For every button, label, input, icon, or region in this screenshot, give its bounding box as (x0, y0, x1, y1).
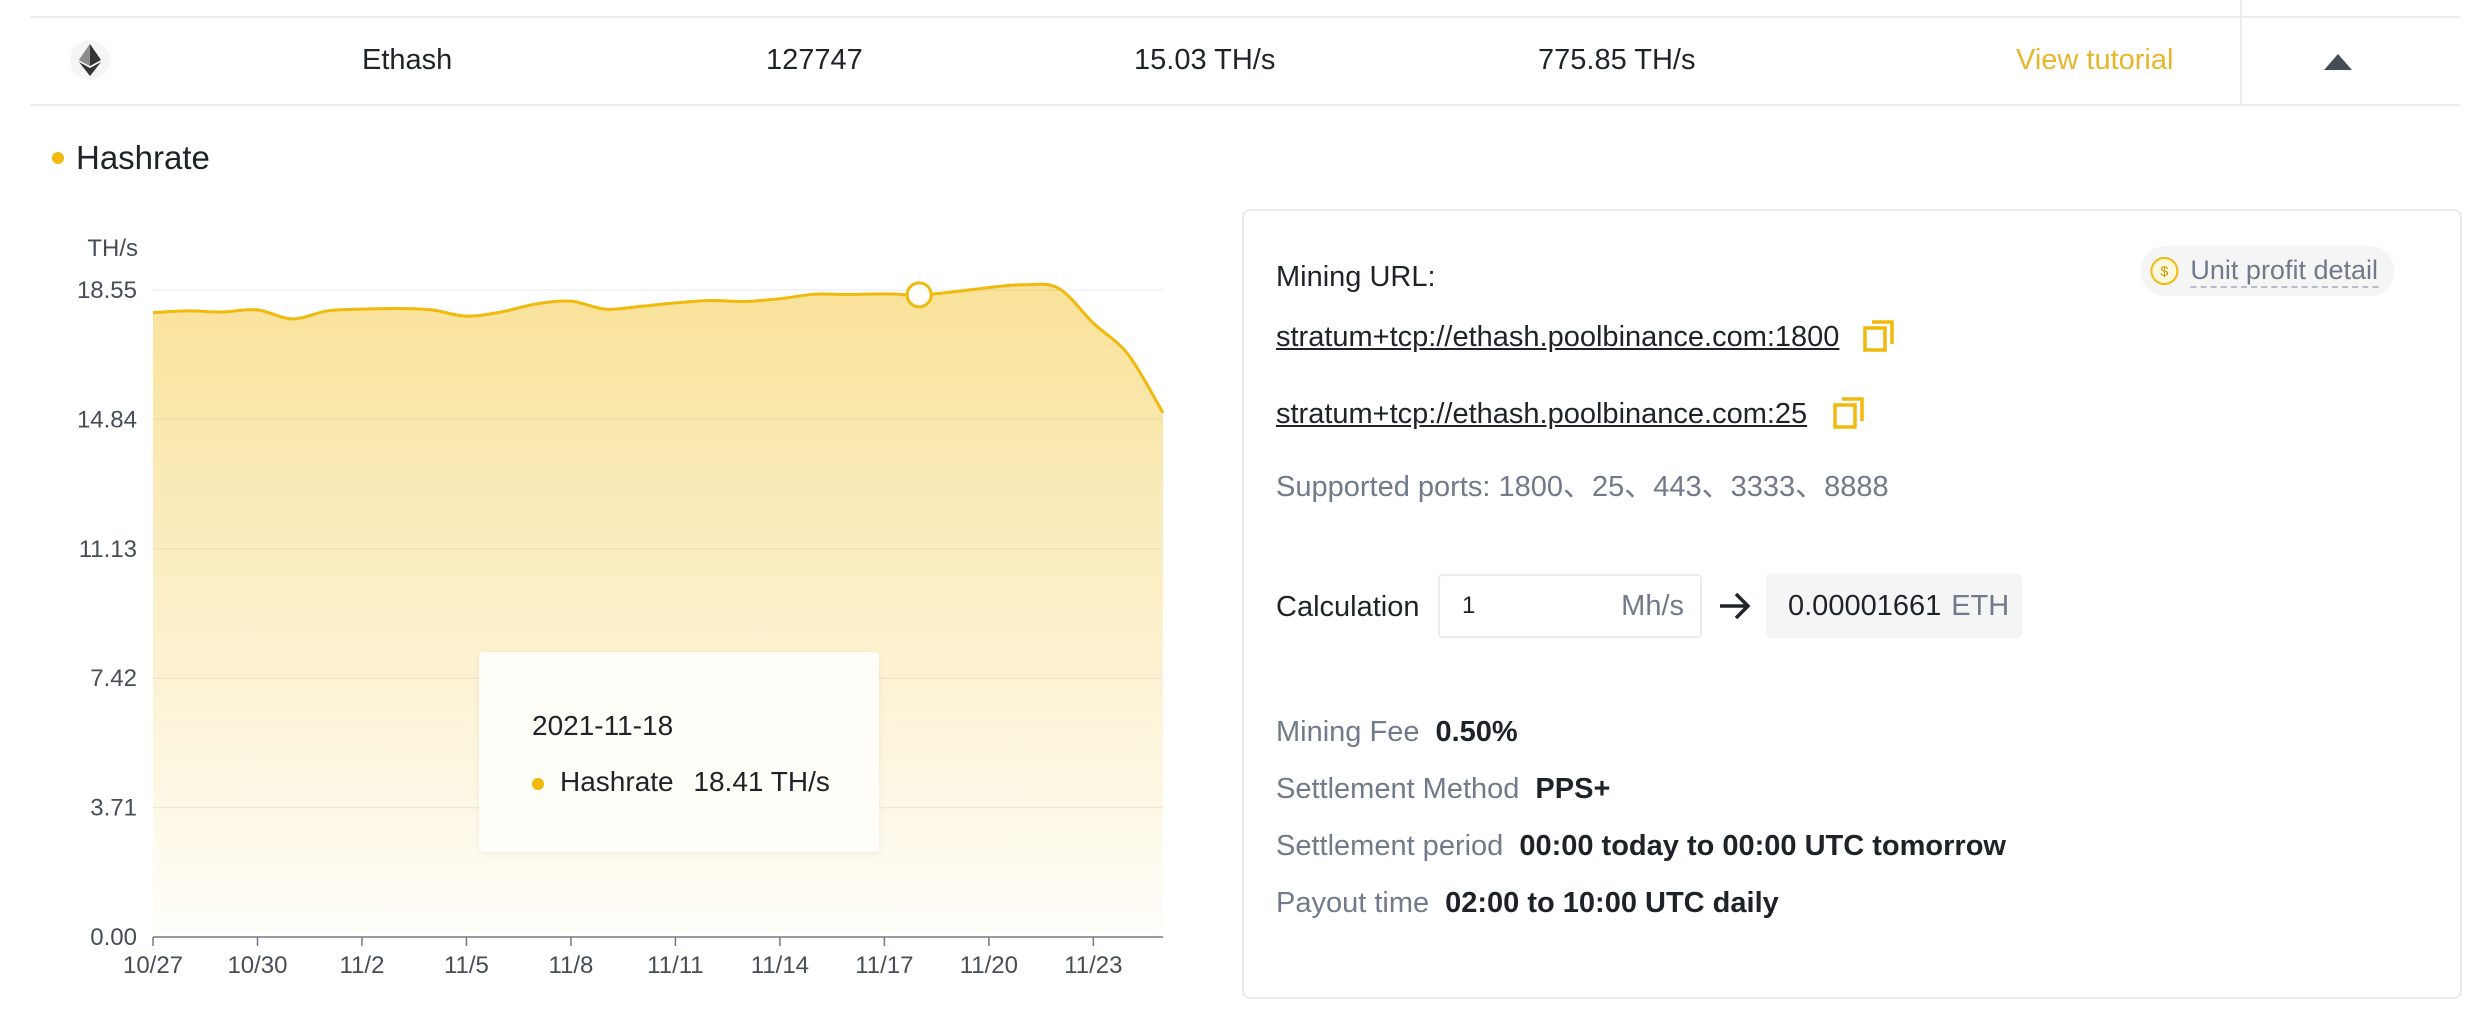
mining-url-1[interactable]: stratum+tcp://ethash.poolbinance.com:180… (1276, 321, 1839, 354)
mining-info-panel: $ Unit profit detail Mining URL: stratum… (1242, 209, 2462, 999)
section-title: Hashrate (76, 139, 210, 176)
calculation-label: Calculation (1276, 591, 1420, 623)
x-tick-label: 11/5 (444, 952, 489, 979)
mining-url-label: Mining URL: (1276, 261, 1436, 293)
copy-icon[interactable] (1862, 319, 1896, 353)
x-tick-label: 11/23 (1064, 952, 1122, 979)
my-hashrate-cell: 15.03 TH/s (1134, 44, 1276, 76)
highlight-point (905, 281, 933, 309)
pool-hashrate-cell: 775.85 TH/s (1538, 44, 1696, 76)
tooltip-series-dot (532, 778, 544, 790)
tooltip-value: 18.41 TH/s (693, 766, 830, 797)
x-tick-label: 10/30 (227, 952, 287, 979)
tooltip-date: 2021-11-18 (532, 710, 674, 741)
view-tutorial-link[interactable]: View tutorial (2016, 44, 2173, 76)
algorithm-cell: Ethash (362, 44, 453, 76)
mining-fee-value: 0.50% (1435, 716, 1518, 748)
row-divider (30, 104, 2460, 106)
arrow-right-icon (1720, 592, 1751, 620)
payout-time-label: Payout time (1276, 887, 1430, 919)
unit-profit-detail-label: Unit profit detail (2190, 254, 2378, 288)
payout-time-row: Payout time 02:00 to 10:00 UTC daily (1276, 887, 1779, 920)
x-tick-label: 11/14 (751, 952, 809, 979)
tooltip-series-name: Hashrate (560, 766, 674, 797)
hashrate-input-unit: Mh/s (1621, 589, 1684, 622)
y-tick-label: 18.55 (77, 277, 137, 304)
tooltip-series: Hashrate 18.41 TH/s (560, 766, 830, 798)
hashrate-input[interactable] (1460, 591, 1584, 621)
y-tick-label: 3.71 (90, 795, 137, 822)
mining-fee-label: Mining Fee (1276, 716, 1420, 748)
y-tick-label: 11.13 (79, 536, 137, 563)
caret-up-icon (2324, 54, 2352, 70)
mining-url-2[interactable]: stratum+tcp://ethash.poolbinance.com:25 (1276, 398, 1807, 431)
section-dot-icon (52, 152, 64, 164)
x-tick-label: 11/20 (960, 952, 1018, 979)
settlement-method-row: Settlement Method PPS+ (1276, 773, 1610, 806)
x-tick-label: 11/17 (855, 952, 913, 979)
settlement-period-row: Settlement period 00:00 today to 00:00 UT… (1276, 830, 2006, 863)
result-value: 0.00001661 (1788, 589, 1942, 622)
mining-fee-row: Mining Fee 0.50% (1276, 716, 1518, 749)
row-column-divider (2240, 0, 2242, 104)
payout-time-value: 02:00 to 10:00 UTC daily (1445, 887, 1779, 919)
y-tick-label: 14.84 (77, 406, 137, 433)
workers-cell: 127747 (766, 44, 863, 76)
hashrate-chart: 0.00 3.71 7.42 11.13 14.84 18.55 TH/s 10/27 10/3… (77, 235, 1165, 979)
top-divider (30, 16, 2460, 18)
settlement-method-label: Settlement Method (1276, 773, 1520, 805)
settlement-period-value: 00:00 today to 00:00 UTC tomorrow (1519, 830, 2006, 862)
y-tick-label: 0.00 (90, 924, 137, 951)
unit-profit-detail-button[interactable]: $ Unit profit detail (2140, 246, 2394, 296)
settlement-method-value: PPS+ (1535, 773, 1611, 805)
x-tick-label: 11/11 (647, 952, 704, 979)
coin-icon: $ (2150, 257, 2179, 285)
x-tick-label: 11/8 (548, 952, 593, 979)
copy-icon[interactable] (1832, 396, 1866, 430)
calculation-result: 0.00001661 ETH (1766, 574, 2022, 638)
settlement-period-label: Settlement period (1276, 830, 1504, 862)
chart-tooltip: 2021-11-18 Hashrate 18.41 TH/s (479, 652, 879, 852)
ethereum-icon (70, 40, 110, 80)
hashrate-input-field[interactable]: Mh/s (1438, 574, 1702, 638)
y-axis-unit: TH/s (87, 235, 138, 262)
y-tick-label: 7.42 (90, 665, 137, 692)
x-tick-label: 10/27 (123, 952, 183, 979)
result-currency: ETH (1951, 589, 2010, 622)
supported-ports: Supported ports: 1800、25、443、3333、8888 (1276, 471, 1889, 503)
x-tick-label: 11/2 (339, 952, 384, 979)
collapse-button[interactable] (2318, 46, 2358, 78)
